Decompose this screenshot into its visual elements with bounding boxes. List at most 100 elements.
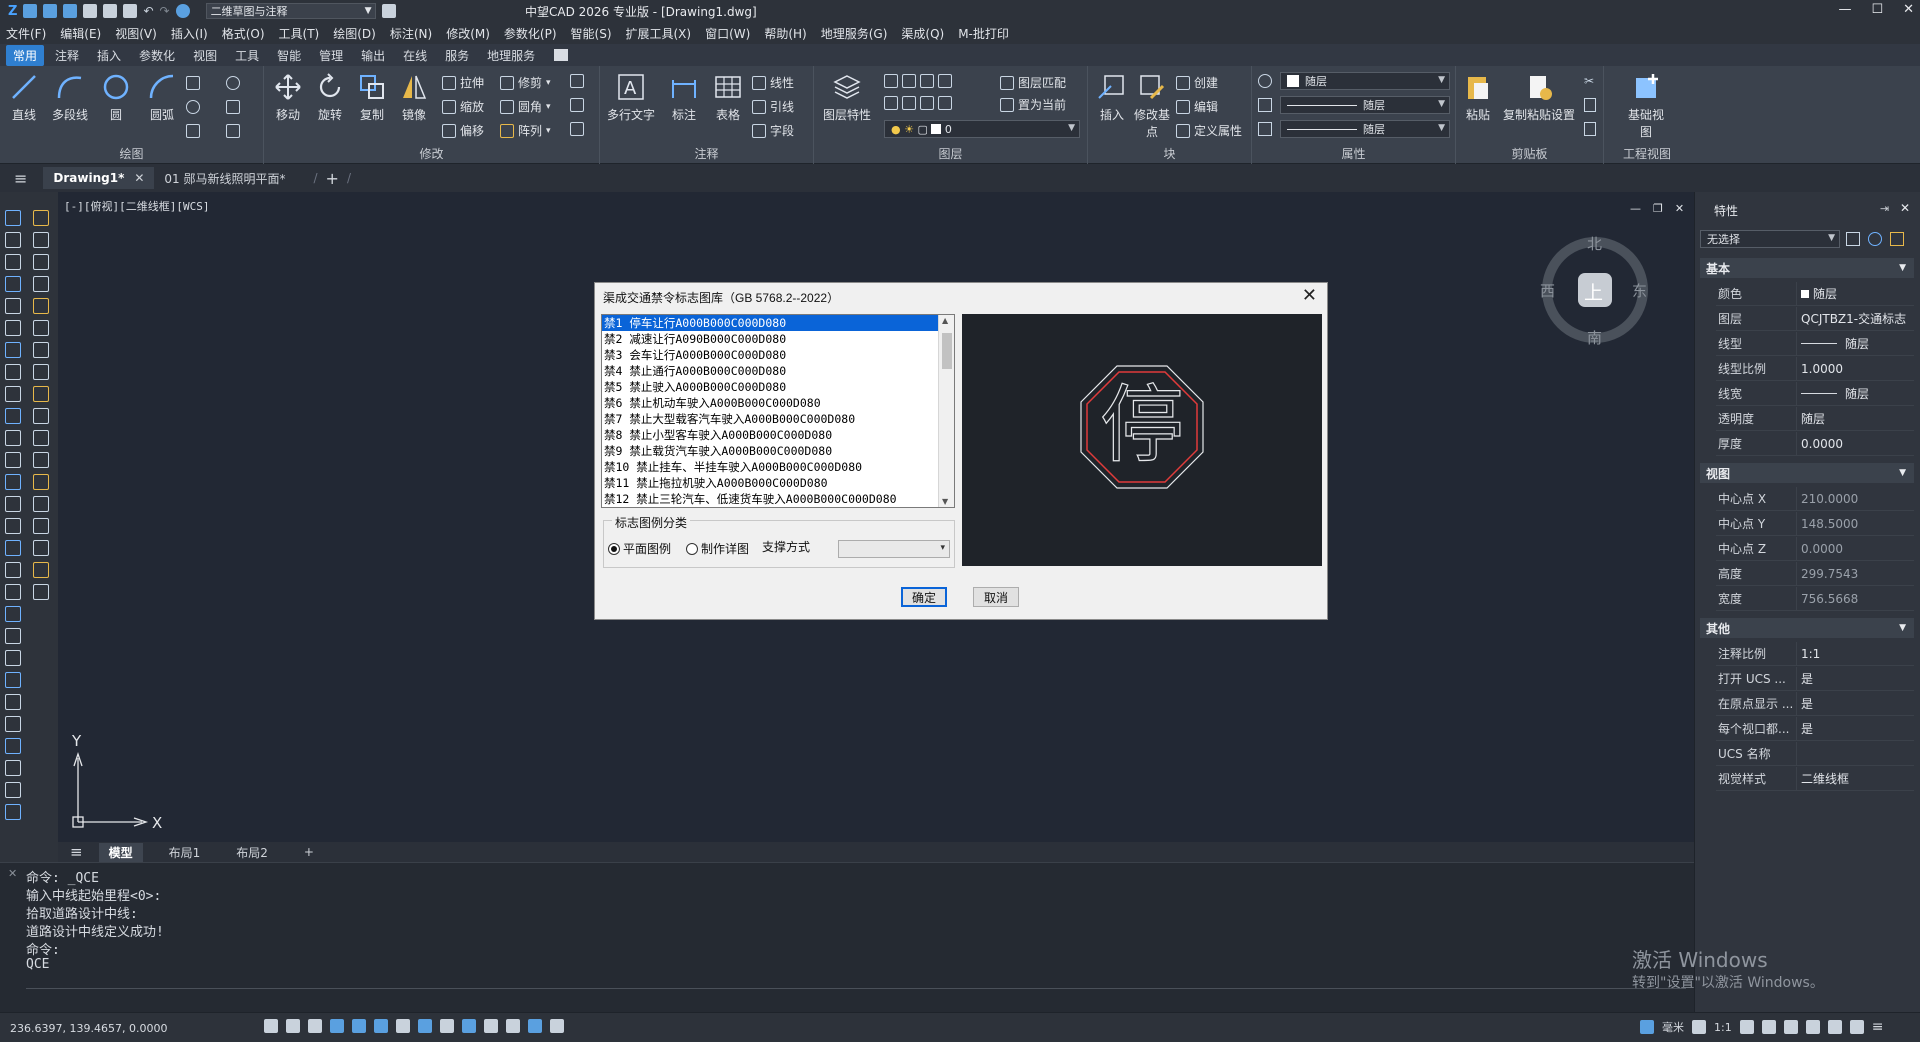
offset-tool-icon[interactable] <box>33 276 49 292</box>
toggle-pickadd-icon[interactable] <box>1846 232 1860 246</box>
scroll-up-icon[interactable]: ▲ <box>942 316 948 325</box>
transparency-icon[interactable] <box>462 1019 476 1033</box>
sign-list-item[interactable]: 禁3 会车让行A000B000C000D080 <box>602 347 954 363</box>
erase-tool-icon[interactable] <box>33 210 49 226</box>
property-row[interactable]: 线型 随层 <box>1716 331 1914 356</box>
ribbon-tab[interactable]: 插入 <box>90 45 128 66</box>
sign-list-item[interactable]: 禁2 减速让行A090B000C000D080 <box>602 331 954 347</box>
property-row[interactable]: 颜色 随层 <box>1716 281 1914 306</box>
ellipse-tool-icon[interactable] <box>5 430 21 446</box>
radio-plan-legend[interactable]: 平面图例 <box>608 540 671 557</box>
menu-item[interactable]: 视图(V) <box>115 25 157 42</box>
gradient-icon[interactable] <box>5 540 21 556</box>
menu-item[interactable]: 标注(N) <box>390 25 432 42</box>
help-icon[interactable] <box>175 4 190 18</box>
sign-list-item[interactable]: 禁6 禁止机动车驶入A000B000C000D080 <box>602 395 954 411</box>
offset-button[interactable]: 偏移 <box>442 122 484 139</box>
ribbon-tab[interactable]: 智能 <box>270 45 308 66</box>
mirror-tool-icon[interactable] <box>33 254 49 270</box>
tools-icon[interactable] <box>5 716 21 732</box>
field-button[interactable]: 字段 <box>752 122 794 139</box>
compass-south[interactable]: 南 <box>1587 327 1602 348</box>
ribbon-minimize-icon[interactable] <box>554 49 569 61</box>
block-tool-icon[interactable] <box>5 474 21 490</box>
scroll-thumb[interactable] <box>942 333 952 369</box>
close-panel-icon[interactable]: ✕ <box>1900 201 1910 215</box>
ribbon-tab[interactable]: 在线 <box>396 45 434 66</box>
open-icon[interactable] <box>5 210 21 226</box>
hatch-tool-icon[interactable] <box>5 518 21 534</box>
sign-list-item[interactable]: 禁5 禁止驶入A000B000C000D080 <box>602 379 954 395</box>
annotation-monitor-icon[interactable] <box>506 1019 520 1033</box>
select-objects-icon[interactable] <box>1868 232 1882 246</box>
sign-list-item[interactable]: 禁11 禁止拖拉机驶入A000B000C000D080 <box>602 475 954 491</box>
property-value[interactable]: 1:1 <box>1796 641 1914 666</box>
polygon-icon[interactable] <box>5 298 21 314</box>
spline-tool-icon[interactable] <box>5 408 21 424</box>
sign-list[interactable]: 禁1 停车让行A000B000C000D080 禁2 减速让行A090B000C0… <box>601 314 955 508</box>
layer-match-button[interactable]: 图层匹配 <box>1000 74 1066 91</box>
property-row[interactable]: 中心点 X 210.0000 <box>1716 486 1914 511</box>
define-attribute-button[interactable]: 定义属性 <box>1176 122 1242 139</box>
linetype-select[interactable]: 随层 ▼ <box>1280 96 1450 114</box>
draw-group-label[interactable]: 绘图 <box>0 145 263 162</box>
property-value[interactable]: 1.0000 <box>1796 356 1914 381</box>
explode-tool-icon[interactable] <box>33 540 49 556</box>
copy-paste-settings-button[interactable]: 复制粘贴设置 <box>1500 72 1578 123</box>
annotate-group-label[interactable]: 注释 <box>600 145 813 162</box>
break-icon[interactable] <box>33 452 49 468</box>
fillet-button[interactable]: 圆角 ▾ <box>500 98 551 115</box>
customize-status-icon[interactable]: ≡ <box>1872 1019 1884 1035</box>
viewport-minimize-icon[interactable]: — <box>1630 202 1641 215</box>
ribbon-tab[interactable]: 参数化 <box>132 45 182 66</box>
cursor-icon[interactable] <box>33 584 49 600</box>
annotation-visibility-icon[interactable] <box>1739 1020 1754 1034</box>
property-row[interactable]: 中心点 Y 148.5000 <box>1716 511 1914 536</box>
minimize-button[interactable]: — <box>1838 2 1851 17</box>
print-icon[interactable] <box>103 4 118 18</box>
lock-ui-icon[interactable] <box>1805 1020 1820 1034</box>
add-layout-tab[interactable]: + <box>294 844 324 860</box>
layout-tab[interactable]: 布局2 <box>226 843 278 862</box>
region-tool-icon[interactable] <box>5 562 21 578</box>
move-tool-icon[interactable] <box>33 320 49 336</box>
layer-tool-2[interactable] <box>884 96 952 110</box>
ribbon-tab[interactable]: 注释 <box>48 45 86 66</box>
osnap-icon[interactable] <box>352 1019 366 1033</box>
grid-icon[interactable] <box>264 1019 278 1033</box>
circle-button[interactable]: 圆 <box>94 72 138 123</box>
sign-list-item[interactable]: 禁8 禁止小型客车驶入A000B000C000D080 <box>602 427 954 443</box>
property-row[interactable]: 打开 UCS ... 是 <box>1716 666 1914 691</box>
extend-tool-icon[interactable] <box>33 430 49 446</box>
property-value[interactable]: 二维线框 <box>1796 766 1914 791</box>
property-value[interactable]: 756.5668 <box>1796 586 1914 611</box>
circle-tool-icon[interactable] <box>5 364 21 380</box>
linear-dim-button[interactable]: 线性 <box>752 74 794 91</box>
copy-button[interactable]: 复制 <box>350 72 394 123</box>
compass-north[interactable]: 北 <box>1587 233 1602 254</box>
auto-scale-icon[interactable] <box>1761 1020 1776 1034</box>
set-current-button[interactable]: 置为当前 <box>1000 96 1066 113</box>
sign-list-item[interactable]: 禁12 禁止三轮汽车、低速货车驶入A000B000C000D080 <box>602 491 954 507</box>
insert-tool-icon[interactable] <box>5 452 21 468</box>
menu-item[interactable]: 渠成(Q) <box>901 25 944 42</box>
radio-detail-drawing[interactable]: 制作详图 <box>686 540 749 557</box>
property-row[interactable]: 在原点显示 ... 是 <box>1716 691 1914 716</box>
dimension-tool-icon[interactable] <box>5 672 21 688</box>
match-format-icon[interactable] <box>1584 122 1596 136</box>
property-value[interactable] <box>1796 741 1914 766</box>
property-row[interactable]: 注释比例 1:1 <box>1716 641 1914 666</box>
property-value[interactable]: 0.0000 <box>1796 536 1914 561</box>
ribbon-tab[interactable]: 服务 <box>438 45 476 66</box>
menu-item[interactable]: 窗口(W) <box>705 25 750 42</box>
ribbon-tab[interactable]: 视图 <box>186 45 224 66</box>
property-row[interactable]: 视觉样式 二维线框 <box>1716 766 1914 791</box>
line-tool-icon[interactable] <box>5 232 21 248</box>
layout-tab[interactable]: 布局1 <box>159 843 211 862</box>
close-button[interactable]: ✕ <box>1903 2 1914 17</box>
area-icon[interactable] <box>5 694 21 710</box>
undo-icon[interactable]: ↶ <box>143 4 153 18</box>
ribbon-tab[interactable]: 管理 <box>312 45 350 66</box>
trim-tool-icon[interactable] <box>33 408 49 424</box>
property-section-header[interactable]: 基本 ▼ <box>1700 258 1914 278</box>
